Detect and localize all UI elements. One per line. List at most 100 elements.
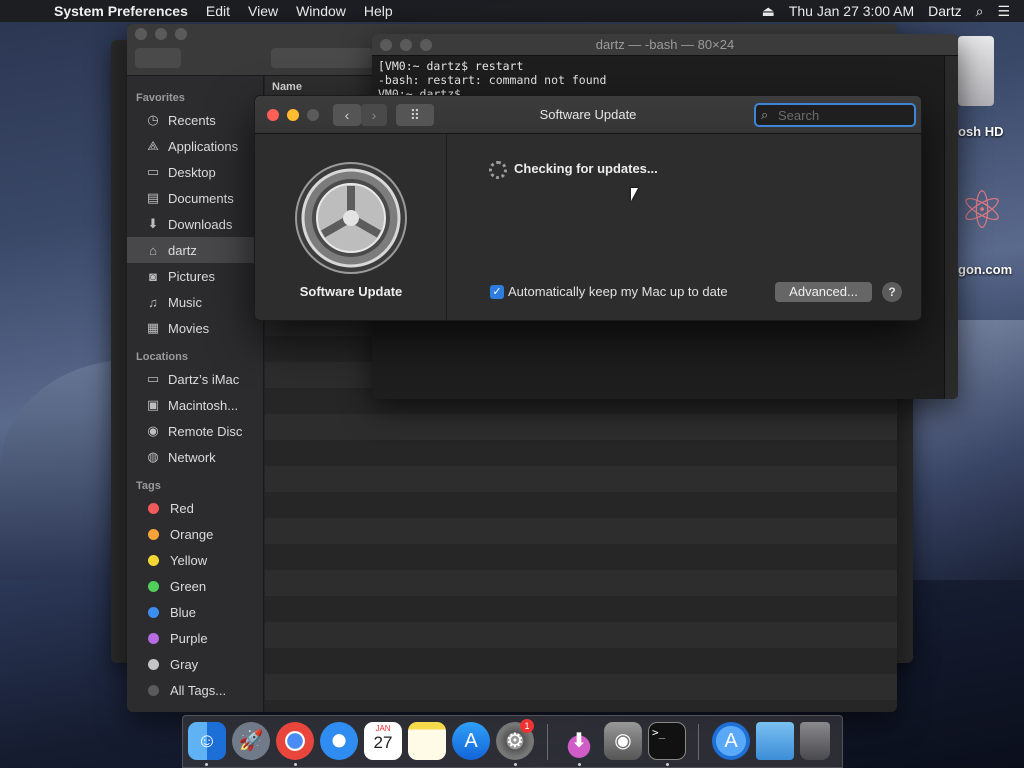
running-indicator bbox=[578, 763, 581, 766]
hard-drive-label[interactable]: osh HD bbox=[958, 124, 1004, 139]
installer-icon[interactable]: ⬇ bbox=[560, 722, 598, 760]
terminal-scrollbar[interactable] bbox=[944, 56, 958, 399]
software-update-titlebar: ‹ › ⠿ Software Update ⌕ Search bbox=[255, 96, 921, 134]
web-shortcut-label[interactable]: gon.com bbox=[958, 262, 1012, 277]
sidebar-section-locations: Locations bbox=[136, 351, 188, 363]
sidebar-section-tags: Tags bbox=[136, 480, 161, 492]
zoom-button[interactable] bbox=[175, 28, 187, 40]
notification-center-icon[interactable]: ☰ bbox=[997, 3, 1010, 20]
applications-folder-icon[interactable]: A bbox=[712, 722, 750, 760]
sidebar-item-label: Red bbox=[170, 500, 194, 516]
tag-color-dot bbox=[148, 502, 159, 514]
finder-icon[interactable]: ☺ bbox=[188, 722, 226, 760]
sidebar-item-label: Blue bbox=[170, 604, 197, 620]
dock-separator bbox=[547, 724, 548, 760]
terminal-icon[interactable]: >_ bbox=[648, 722, 686, 760]
tag-color-dot bbox=[148, 684, 159, 696]
auto-update-label[interactable]: Automatically keep my Mac up to date bbox=[508, 284, 728, 299]
safari-icon[interactable]: ⊕ bbox=[320, 722, 358, 760]
hard-drive-icon[interactable] bbox=[958, 36, 994, 106]
sidebar-item-label: Pictures bbox=[168, 268, 215, 284]
running-indicator bbox=[514, 763, 517, 766]
help-button[interactable]: ? bbox=[882, 282, 902, 302]
atom-icon[interactable]: ⚛ bbox=[958, 176, 1006, 246]
menu-bar: System Preferences Edit View Window Help… bbox=[0, 0, 1024, 22]
terminal-titlebar[interactable]: dartz — -bash — 80×24 bbox=[372, 34, 958, 56]
running-indicator bbox=[205, 763, 208, 766]
disc-icon: ◉ bbox=[147, 423, 159, 438]
software-update-sidebar: Software Update bbox=[255, 134, 447, 320]
notes-icon[interactable] bbox=[408, 722, 446, 760]
spotlight-icon[interactable]: ⌕ bbox=[976, 3, 984, 20]
music-icon: ♫ bbox=[148, 294, 158, 310]
menu-app-name[interactable]: System Preferences bbox=[54, 3, 188, 19]
spinner-icon bbox=[489, 161, 507, 179]
sidebar-item-network[interactable]: ◍ Network bbox=[127, 444, 263, 470]
dock-separator bbox=[698, 724, 699, 760]
sidebar-tag-gray[interactable]: Gray bbox=[127, 651, 263, 677]
sidebar-item-macintosh[interactable]: ▣ Macintosh... bbox=[127, 392, 263, 418]
downloads-folder-icon[interactable] bbox=[756, 722, 794, 760]
launchpad-icon[interactable]: 🚀 bbox=[232, 722, 270, 760]
sidebar-item-applications[interactable]: ⟁ Applications bbox=[127, 133, 263, 159]
minimize-button[interactable] bbox=[155, 28, 167, 40]
sidebar-tag-green[interactable]: Green bbox=[127, 573, 263, 599]
calendar-icon[interactable]: JAN 27 bbox=[364, 722, 402, 760]
sidebar-item-dartz[interactable]: ⌂ dartz bbox=[127, 237, 263, 263]
sidebar-item-documents[interactable]: ▤ Documents bbox=[127, 185, 263, 211]
sidebar-item-recents[interactable]: ◷ Recents bbox=[127, 107, 263, 133]
sidebar-section-favorites: Favorites bbox=[136, 92, 185, 104]
computer-icon: ▭ bbox=[146, 371, 160, 386]
search-icon: ⌕ bbox=[761, 107, 769, 122]
sidebar-tag-orange[interactable]: Orange bbox=[127, 521, 263, 547]
sidebar-item-label: All Tags... bbox=[170, 682, 227, 698]
software-update-gear-icon bbox=[295, 162, 407, 274]
sidebar-item-movies[interactable]: ▦ Movies bbox=[127, 315, 263, 341]
sidebar-item-imac[interactable]: ▭ Dartz’s iMac bbox=[127, 366, 263, 392]
software-update-label: Software Update bbox=[299, 284, 403, 299]
update-status: Checking for updates... bbox=[514, 161, 658, 176]
notification-badge: 1 bbox=[520, 719, 534, 733]
sidebar-tag-purple[interactable]: Purple bbox=[127, 625, 263, 651]
close-button[interactable] bbox=[135, 28, 147, 40]
dock: ☺ 🚀 ⊕ JAN 27 A ⚙ 1 ⬇ ◉ >_ A bbox=[182, 715, 843, 768]
menu-window[interactable]: Window bbox=[296, 3, 346, 19]
disk-utility-icon[interactable]: ◉ bbox=[604, 722, 642, 760]
tag-color-dot bbox=[148, 580, 159, 592]
sidebar-item-downloads[interactable]: ⬇ Downloads bbox=[127, 211, 263, 237]
menu-user[interactable]: Dartz bbox=[928, 3, 961, 19]
menu-extras: ⏏ Thu Jan 27 3:00 AM Dartz ⌕ ☰ bbox=[762, 0, 1024, 22]
chrome-icon[interactable] bbox=[276, 722, 314, 760]
sidebar-tag-blue[interactable]: Blue bbox=[127, 599, 263, 625]
sidebar-item-label: Orange bbox=[170, 526, 214, 542]
trash-icon[interactable] bbox=[800, 722, 830, 760]
sidebar-item-pictures[interactable]: ◙ Pictures bbox=[127, 263, 263, 289]
sidebar-tag-yellow[interactable]: Yellow bbox=[127, 547, 263, 573]
advanced-button[interactable]: Advanced... bbox=[775, 282, 872, 302]
sidebar-item-desktop[interactable]: ▭ Desktop bbox=[127, 159, 263, 185]
running-indicator bbox=[294, 763, 297, 766]
sidebar-item-music[interactable]: ♫ Music bbox=[127, 289, 263, 315]
finder-back-forward[interactable] bbox=[135, 48, 181, 68]
sidebar-item-label: Documents bbox=[168, 190, 234, 206]
menu-help[interactable]: Help bbox=[364, 3, 393, 19]
sidebar-tag-red[interactable]: Red bbox=[127, 495, 263, 521]
menu-edit[interactable]: Edit bbox=[206, 3, 230, 19]
running-indicator bbox=[666, 763, 669, 766]
view-mode-control[interactable] bbox=[271, 48, 373, 68]
app-store-icon[interactable]: A bbox=[452, 722, 490, 760]
menu-clock[interactable]: Thu Jan 27 3:00 AM bbox=[789, 3, 914, 19]
eject-icon[interactable]: ⏏ bbox=[762, 3, 775, 20]
sidebar-item-remote-disc[interactable]: ◉ Remote Disc bbox=[127, 418, 263, 444]
sidebar-item-label: dartz bbox=[168, 242, 197, 258]
tag-color-dot bbox=[148, 632, 159, 644]
search-input[interactable]: ⌕ Search bbox=[754, 103, 916, 127]
menu-view[interactable]: View bbox=[248, 3, 278, 19]
document-icon: ▤ bbox=[146, 190, 160, 205]
software-update-window[interactable]: ‹ › ⠿ Software Update ⌕ Search Software … bbox=[254, 95, 922, 321]
auto-update-checkbox[interactable]: ✓ bbox=[490, 285, 504, 299]
sidebar-item-label: Macintosh... bbox=[168, 397, 239, 413]
sidebar-item-label: Recents bbox=[168, 112, 216, 128]
download-icon: ⬇ bbox=[147, 216, 159, 231]
sidebar-tag-all[interactable]: All Tags... bbox=[127, 677, 263, 703]
